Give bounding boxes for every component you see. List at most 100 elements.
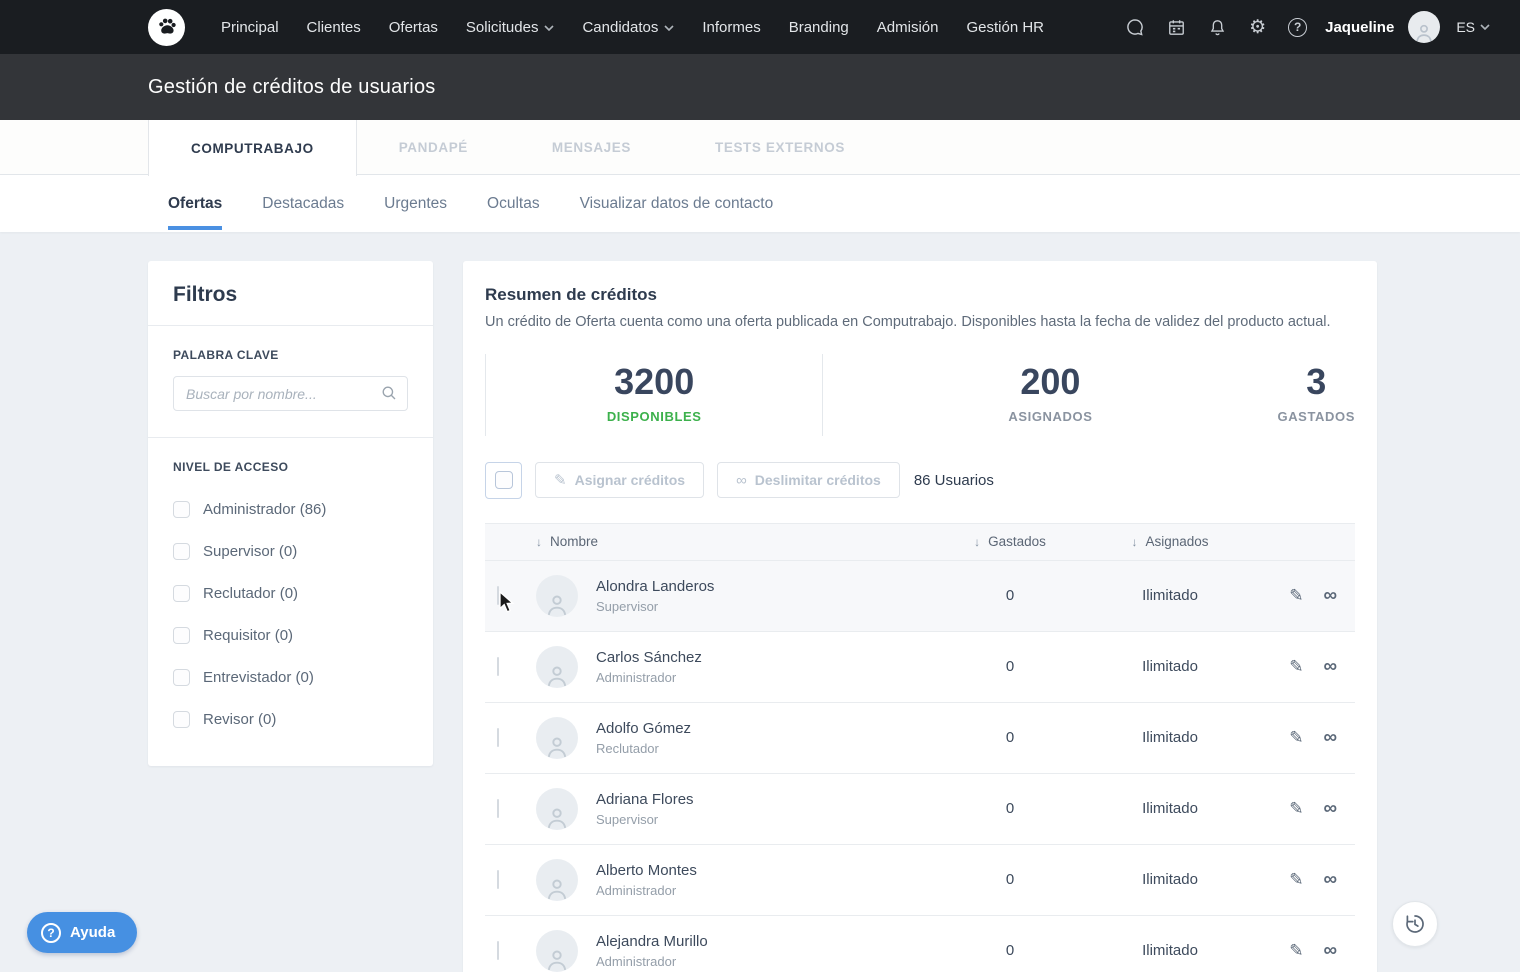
unlimit-credits-button[interactable]: ∞ Deslimitar créditos — [717, 462, 900, 498]
edit-icon[interactable]: ✎ — [1289, 729, 1303, 746]
language-selector[interactable]: ES — [1456, 19, 1490, 35]
row-checkbox[interactable] — [497, 728, 499, 747]
product-tab[interactable]: PANDAPÉ — [357, 120, 510, 174]
edit-icon[interactable]: ✎ — [1289, 800, 1303, 817]
nav-menu-item[interactable]: Gestión HR — [952, 19, 1058, 36]
nav-menu-item[interactable]: Admisión — [863, 19, 953, 36]
assign-credits-button[interactable]: ✎ Asignar créditos — [535, 462, 704, 498]
table-row[interactable]: Alejandra Murillo Administrador 0 Ilimit… — [485, 916, 1355, 972]
row-checkbox[interactable] — [497, 941, 499, 960]
user-name[interactable]: Jaqueline — [1325, 19, 1394, 36]
checkbox[interactable] — [173, 627, 190, 644]
row-checkbox[interactable] — [497, 586, 499, 605]
user-name: Alejandra Murillo — [596, 933, 708, 950]
product-tab[interactable]: TESTS EXTERNOS — [673, 120, 887, 174]
bell-icon[interactable] — [1208, 18, 1227, 37]
avatar — [536, 646, 578, 688]
assigned-value: Ilimitado — [1085, 658, 1255, 675]
access-level-option[interactable]: Revisor (0) — [173, 698, 408, 740]
user-name: Alondra Landeros — [596, 578, 714, 595]
infinity-icon[interactable]: ∞ — [1323, 728, 1337, 747]
row-checkbox[interactable] — [497, 870, 499, 889]
table-row[interactable]: Alberto Montes Administrador 0 Ilimitado… — [485, 845, 1355, 916]
section-subtab[interactable]: Ofertas — [168, 175, 222, 232]
section-subtab[interactable]: Urgentes — [384, 175, 447, 232]
avatar — [536, 575, 578, 617]
table-row[interactable]: Carlos Sánchez Administrador 0 Ilimitado… — [485, 632, 1355, 703]
nav-menu-item[interactable]: Ofertas — [375, 19, 452, 36]
access-level-option[interactable]: Reclutador (0) — [173, 572, 408, 614]
help-icon[interactable]: ? — [1288, 18, 1307, 37]
table-toolbar: ✎ Asignar créditos ∞ Deslimitar créditos… — [485, 462, 1355, 499]
column-header-spent[interactable]: ↓ Gastados — [935, 534, 1085, 549]
assigned-value: Ilimitado — [1085, 587, 1255, 604]
infinity-icon[interactable]: ∞ — [1323, 941, 1337, 960]
user-name: Alberto Montes — [596, 862, 697, 879]
user-role: Administrador — [596, 883, 697, 898]
help-button[interactable]: ? Ayuda — [27, 912, 137, 953]
section-subtab[interactable]: Destacadas — [262, 175, 344, 232]
user-role: Supervisor — [596, 599, 714, 614]
row-checkbox[interactable] — [497, 657, 499, 676]
table-row[interactable]: Adolfo Gómez Reclutador 0 Ilimitado ✎ ∞ — [485, 703, 1355, 774]
table-row[interactable]: Alondra Landeros Supervisor 0 Ilimitado … — [485, 561, 1355, 632]
product-tab[interactable]: MENSAJES — [510, 120, 673, 174]
nav-menu-item[interactable]: Principal — [207, 19, 293, 36]
checkbox[interactable] — [173, 501, 190, 518]
history-button[interactable] — [1392, 901, 1438, 947]
edit-icon[interactable]: ✎ — [1289, 658, 1303, 675]
edit-icon[interactable]: ✎ — [1289, 587, 1303, 604]
sort-icon: ↓ — [1131, 535, 1137, 549]
user-role: Administrador — [596, 670, 702, 685]
stat-value: 3200 — [486, 362, 822, 402]
edit-icon[interactable]: ✎ — [1289, 871, 1303, 888]
infinity-icon[interactable]: ∞ — [1323, 586, 1337, 605]
stat-label: GASTADOS — [1277, 409, 1355, 424]
select-all-checkbox[interactable] — [485, 462, 522, 499]
section-subtab[interactable]: Visualizar datos de contacto — [580, 175, 774, 232]
nav-menu-item[interactable]: Informes — [688, 19, 774, 36]
product-tab[interactable]: COMPUTRABAJO — [148, 120, 357, 176]
nav-menu-item[interactable]: Clientes — [293, 19, 375, 36]
credits-panel: Resumen de créditos Un crédito de Oferta… — [463, 261, 1377, 972]
spent-value: 0 — [935, 729, 1085, 746]
main-menu: Principal Clientes Ofertas Solicitudes C… — [207, 19, 1058, 36]
section-subtabbar: Ofertas Destacadas Urgentes Ocultas Visu… — [0, 175, 1520, 232]
access-level-option[interactable]: Administrador (86) — [173, 488, 408, 530]
infinity-icon[interactable]: ∞ — [1323, 657, 1337, 676]
column-header-assigned[interactable]: ↓ Asignados — [1085, 534, 1255, 549]
gear-icon[interactable]: ⚙ — [1249, 18, 1266, 37]
avatar — [536, 788, 578, 830]
infinity-icon[interactable]: ∞ — [1323, 799, 1337, 818]
checkbox[interactable] — [173, 669, 190, 686]
assigned-value: Ilimitado — [1085, 871, 1255, 888]
calendar-icon[interactable] — [1167, 18, 1186, 37]
credit-stats: 3200 DISPONIBLES 200 ASIGNADOS 3 GASTADO… — [485, 354, 1355, 436]
access-level-option[interactable]: Entrevistador (0) — [173, 656, 408, 698]
assigned-value: Ilimitado — [1085, 800, 1255, 817]
nav-menu-item[interactable]: Branding — [775, 19, 863, 36]
app-logo[interactable] — [148, 9, 185, 46]
checkbox[interactable] — [173, 543, 190, 560]
avatar-icon — [544, 946, 570, 972]
chat-icon[interactable] — [1125, 17, 1145, 37]
edit-icon[interactable]: ✎ — [1289, 942, 1303, 959]
checkbox[interactable] — [173, 711, 190, 728]
user-name: Adolfo Gómez — [596, 720, 691, 737]
search-input[interactable] — [173, 376, 408, 411]
row-checkbox[interactable] — [497, 799, 499, 818]
keyword-filter-section: PALABRA CLAVE — [148, 325, 433, 437]
table-row[interactable]: Adriana Flores Supervisor 0 Ilimitado ✎ … — [485, 774, 1355, 845]
user-avatar[interactable] — [1408, 11, 1440, 43]
stat-value: 200 — [823, 362, 1277, 402]
column-header-name[interactable]: ↓ Nombre — [531, 534, 935, 549]
access-level-option[interactable]: Requisitor (0) — [173, 614, 408, 656]
avatar-icon — [544, 804, 570, 830]
infinity-icon[interactable]: ∞ — [1323, 870, 1337, 889]
nav-menu-item[interactable]: Solicitudes — [452, 19, 569, 36]
section-subtab[interactable]: Ocultas — [487, 175, 540, 232]
sort-icon: ↓ — [974, 535, 980, 549]
checkbox[interactable] — [173, 585, 190, 602]
nav-menu-item[interactable]: Candidatos — [568, 19, 688, 36]
access-level-option[interactable]: Supervisor (0) — [173, 530, 408, 572]
